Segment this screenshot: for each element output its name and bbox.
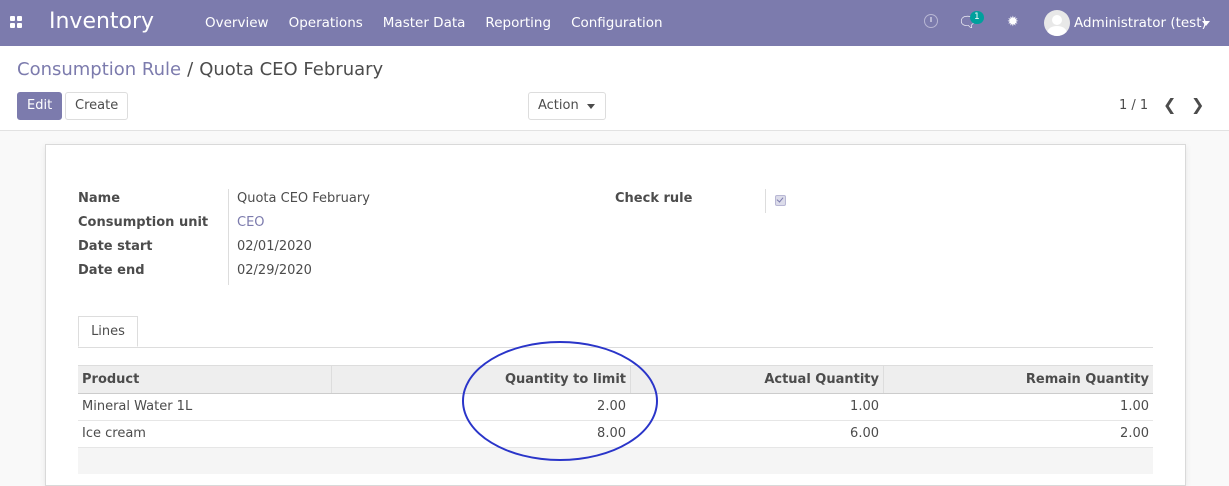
column-header-remain-quantity[interactable]: Remain Quantity — [883, 366, 1153, 393]
tab-strip — [78, 347, 1153, 348]
action-dropdown[interactable]: Action — [528, 92, 606, 120]
cell-remain-quantity: 1.00 — [1120, 399, 1149, 414]
annotation-circle — [462, 341, 658, 461]
menu-item-configuration[interactable]: Configuration — [571, 15, 663, 31]
tab-lines[interactable]: Lines — [78, 316, 138, 347]
create-button[interactable]: Create — [65, 92, 129, 120]
menu-item-reporting[interactable]: Reporting — [485, 15, 551, 31]
caret-down-icon — [586, 104, 595, 109]
cell-remain-quantity: 2.00 — [1120, 426, 1149, 441]
main-menu: Overview Operations Master Data Reportin… — [205, 15, 683, 31]
cell-actual-quantity: 1.00 — [850, 399, 879, 414]
column-header-product[interactable]: Product — [78, 366, 331, 393]
menu-item-operations[interactable]: Operations — [289, 15, 363, 31]
label-divider — [228, 189, 229, 285]
menu-item-master-data[interactable]: Master Data — [383, 15, 466, 31]
date-start-label: Date start — [78, 239, 153, 254]
chat-badge: 1 — [970, 11, 984, 24]
check-rule-checkbox[interactable] — [775, 195, 786, 206]
user-avatar[interactable] — [1044, 10, 1070, 36]
breadcrumb-separator: / — [187, 59, 194, 80]
menu-item-overview[interactable]: Overview — [205, 15, 269, 31]
breadcrumb-parent[interactable]: Consumption Rule — [17, 59, 181, 80]
name-value: Quota CEO February — [237, 191, 370, 206]
check-rule-divider — [765, 189, 766, 213]
pager-next-icon[interactable]: ❯ — [1191, 95, 1204, 114]
breadcrumb: Consumption Rule / Quota CEO February — [17, 59, 383, 80]
table-footer — [78, 448, 1153, 474]
pager-value[interactable]: 1 / 1 — [1119, 98, 1148, 113]
date-end-value: 02/29/2020 — [237, 263, 312, 278]
check-rule-label: Check rule — [615, 191, 693, 206]
cell-product: Ice cream — [82, 426, 146, 441]
name-label: Name — [78, 191, 121, 206]
cell-actual-quantity: 6.00 — [850, 426, 879, 441]
breadcrumb-current: Quota CEO February — [199, 59, 384, 80]
user-caret-icon[interactable] — [1202, 21, 1210, 26]
date-end-label: Date end — [78, 263, 145, 278]
action-label: Action — [538, 98, 579, 113]
debug-bug-icon[interactable]: ✹ — [1007, 14, 1019, 30]
consumption-unit-link[interactable]: CEO — [237, 215, 265, 230]
cell-product: Mineral Water 1L — [82, 399, 193, 414]
date-start-value: 02/01/2020 — [237, 239, 312, 254]
control-panel: Consumption Rule / Quota CEO February Edit… — [0, 46, 1229, 131]
top-navbar: Inventory Overview Operations Master Dat… — [0, 0, 1229, 46]
consumption-unit-label: Consumption unit — [78, 215, 209, 230]
apps-menu-icon[interactable] — [10, 16, 24, 30]
column-header-actual-quantity[interactable]: Actual Quantity — [630, 366, 883, 393]
user-menu[interactable]: Administrator (test) — [1074, 15, 1207, 31]
pager-previous-icon[interactable]: ❮ — [1163, 95, 1176, 114]
activity-clock-icon[interactable] — [924, 14, 938, 28]
edit-button[interactable]: Edit — [17, 92, 63, 120]
app-title[interactable]: Inventory — [49, 9, 154, 34]
